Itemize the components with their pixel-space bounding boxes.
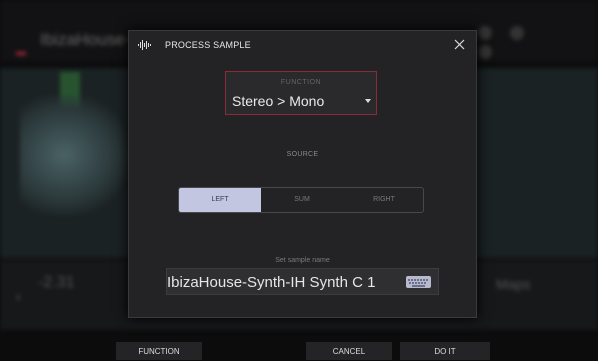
function-button[interactable]: FUNCTION <box>116 342 202 360</box>
caret-down-icon <box>365 99 371 103</box>
dialog-header: PROCESS SAMPLE <box>129 31 476 59</box>
source-option-left[interactable]: LEFT <box>179 188 261 212</box>
cancel-button[interactable]: CANCEL <box>306 342 392 360</box>
waveform-icon <box>138 40 151 50</box>
function-label: FUNCTION <box>280 79 322 86</box>
do-it-button[interactable]: DO IT <box>400 342 490 360</box>
process-sample-dialog: PROCESS SAMPLE FUNCTION Stereo > Mono SO… <box>128 30 477 318</box>
background-value: -2.31 <box>38 274 75 291</box>
bottom-bar: FUNCTION CANCEL DO IT <box>0 342 598 360</box>
sample-name-value: IbizaHouse-Synth-IH Synth C 1 <box>167 274 376 291</box>
function-value: Stereo > Mono <box>232 93 325 109</box>
source-label: SOURCE <box>286 151 319 158</box>
source-option-right[interactable]: RIGHT <box>343 188 423 212</box>
background-left-arrow-icon: ‹ <box>16 288 21 304</box>
source-segmented-control: LEFT SUM RIGHT <box>178 187 424 213</box>
background-tag <box>16 52 26 55</box>
dialog-title: PROCESS SAMPLE <box>165 40 251 50</box>
source-option-sum[interactable]: SUM <box>261 188 343 212</box>
background-icons <box>478 26 558 59</box>
sample-name-label: Set sample name <box>275 257 330 264</box>
function-select[interactable]: FUNCTION Stereo > Mono <box>225 71 377 115</box>
sample-name-input[interactable]: IbizaHouse-Synth-IH Synth C 1 <box>166 268 439 295</box>
background-waveform <box>20 95 130 215</box>
keyboard-icon[interactable] <box>406 276 431 288</box>
close-icon[interactable] <box>452 37 467 52</box>
background-right-label: Maps <box>496 276 531 292</box>
